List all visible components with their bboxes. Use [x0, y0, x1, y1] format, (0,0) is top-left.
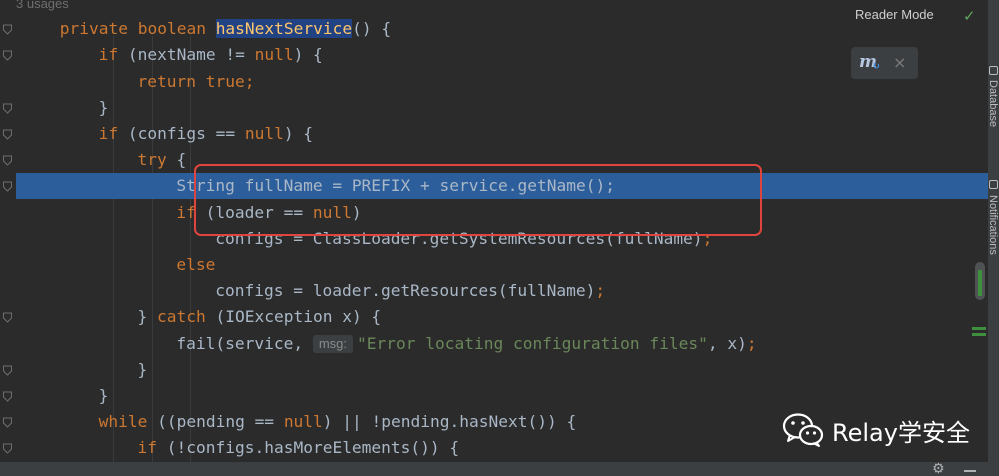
fold-marker-icon[interactable]: [2, 24, 13, 35]
code-token: ) || !pending.hasNext()) {: [322, 412, 577, 432]
code-token: null: [254, 45, 294, 65]
code-token: }: [98, 97, 109, 117]
code-line[interactable]: if (nextName != null) {: [16, 42, 988, 68]
code-token: 3 usages: [16, 0, 69, 11]
fold-marker-icon[interactable]: [2, 417, 13, 428]
change-marker: [972, 327, 986, 330]
maven-reload-icon[interactable]: m ↻: [859, 52, 883, 74]
code-token: while: [98, 412, 158, 432]
code-token: {: [176, 150, 187, 170]
fold-marker-icon[interactable]: [2, 129, 13, 140]
code-token: ) {: [283, 124, 314, 143]
editor-gutter: [0, 0, 16, 476]
wechat-logo: [782, 413, 824, 447]
code-token: catch: [157, 307, 216, 327]
close-icon[interactable]: ×: [893, 53, 906, 72]
right-tool-window-bar: Database Notifications: [988, 0, 999, 476]
fold-marker-icon[interactable]: [2, 50, 13, 62]
code-token: "Error locating configuration files": [357, 333, 708, 353]
reload-arrows-icon: ↻: [872, 61, 881, 72]
code-token: (configs ==: [127, 124, 245, 143]
bottom-toolbar: [0, 462, 999, 476]
tool-tab-database[interactable]: Database: [988, 80, 999, 142]
fold-marker-icon[interactable]: [2, 155, 13, 166]
code-token: if: [98, 45, 128, 65]
code-token: }: [98, 386, 109, 405]
tool-tab-notifications[interactable]: Notifications: [988, 195, 999, 297]
code-token: null: [244, 124, 284, 143]
annotation-highlight-box: [194, 164, 762, 236]
minus-icon[interactable]: [964, 470, 976, 472]
database-icon[interactable]: [989, 66, 998, 75]
gear-icon[interactable]: ⚙: [932, 462, 945, 476]
code-token: (IOException x) {: [215, 307, 382, 327]
code-token: }: [137, 307, 158, 327]
reader-mode-bar: Reader Mode ✓: [828, 0, 988, 30]
code-token: fail(service,: [176, 333, 313, 353]
maven-reload-popup: m ↻ ×: [851, 47, 918, 79]
watermark-text: Relay学安全: [832, 418, 970, 447]
fold-marker-icon[interactable]: [2, 443, 13, 455]
watermark: Relay学安全: [782, 410, 970, 450]
notifications-tab-label: Notifications: [988, 195, 999, 255]
code-token: , x): [707, 333, 747, 353]
parameter-hint: msg:: [312, 334, 354, 353]
code-line[interactable]: } catch (IOException x) {: [16, 304, 988, 330]
code-token: ((pending ==: [157, 412, 284, 432]
code-line[interactable]: configs = loader.getResources(fullName);: [16, 278, 988, 304]
code-token: hasNextService: [215, 19, 353, 39]
reader-mode-button[interactable]: Reader Mode: [855, 7, 934, 22]
code-token: else: [176, 255, 216, 274]
code-token: private boolean: [59, 19, 216, 39]
code-token: try: [137, 150, 177, 170]
code-token: if: [137, 438, 167, 458]
code-token: }: [137, 359, 148, 379]
code-line[interactable]: }: [16, 383, 988, 409]
code-token: () {: [352, 19, 392, 39]
code-line[interactable]: fail(service, msg: "Error locating config…: [16, 331, 988, 357]
fold-marker-icon[interactable]: [2, 312, 13, 324]
change-marker: [972, 333, 986, 336]
code-line[interactable]: }: [16, 357, 988, 383]
code-token: (nextName !=: [127, 45, 255, 65]
fold-marker-icon[interactable]: [2, 391, 13, 402]
code-line[interactable]: if (configs == null) {: [16, 121, 988, 147]
code-token: ;: [595, 281, 606, 301]
code-token: ) {: [293, 45, 323, 65]
database-tab-label: Database: [988, 80, 999, 128]
code-token: ;: [746, 333, 757, 353]
code-token: configs = loader.getResources(fullName): [215, 281, 596, 301]
code-line[interactable]: else: [16, 252, 988, 278]
checkmark-icon[interactable]: ✓: [963, 7, 976, 25]
bell-icon[interactable]: [989, 180, 998, 189]
code-token: null: [283, 412, 323, 432]
code-token: (!configs.hasMoreElements()) {: [166, 438, 460, 458]
code-line[interactable]: return true;: [16, 69, 988, 95]
code-token: return true;: [137, 71, 255, 91]
fold-marker-icon[interactable]: [2, 365, 13, 376]
change-marker: [978, 270, 982, 296]
fold-marker-icon[interactable]: [2, 103, 13, 114]
code-line[interactable]: }: [16, 95, 988, 121]
code-token: if: [98, 124, 128, 143]
fold-marker-icon[interactable]: [2, 181, 13, 193]
